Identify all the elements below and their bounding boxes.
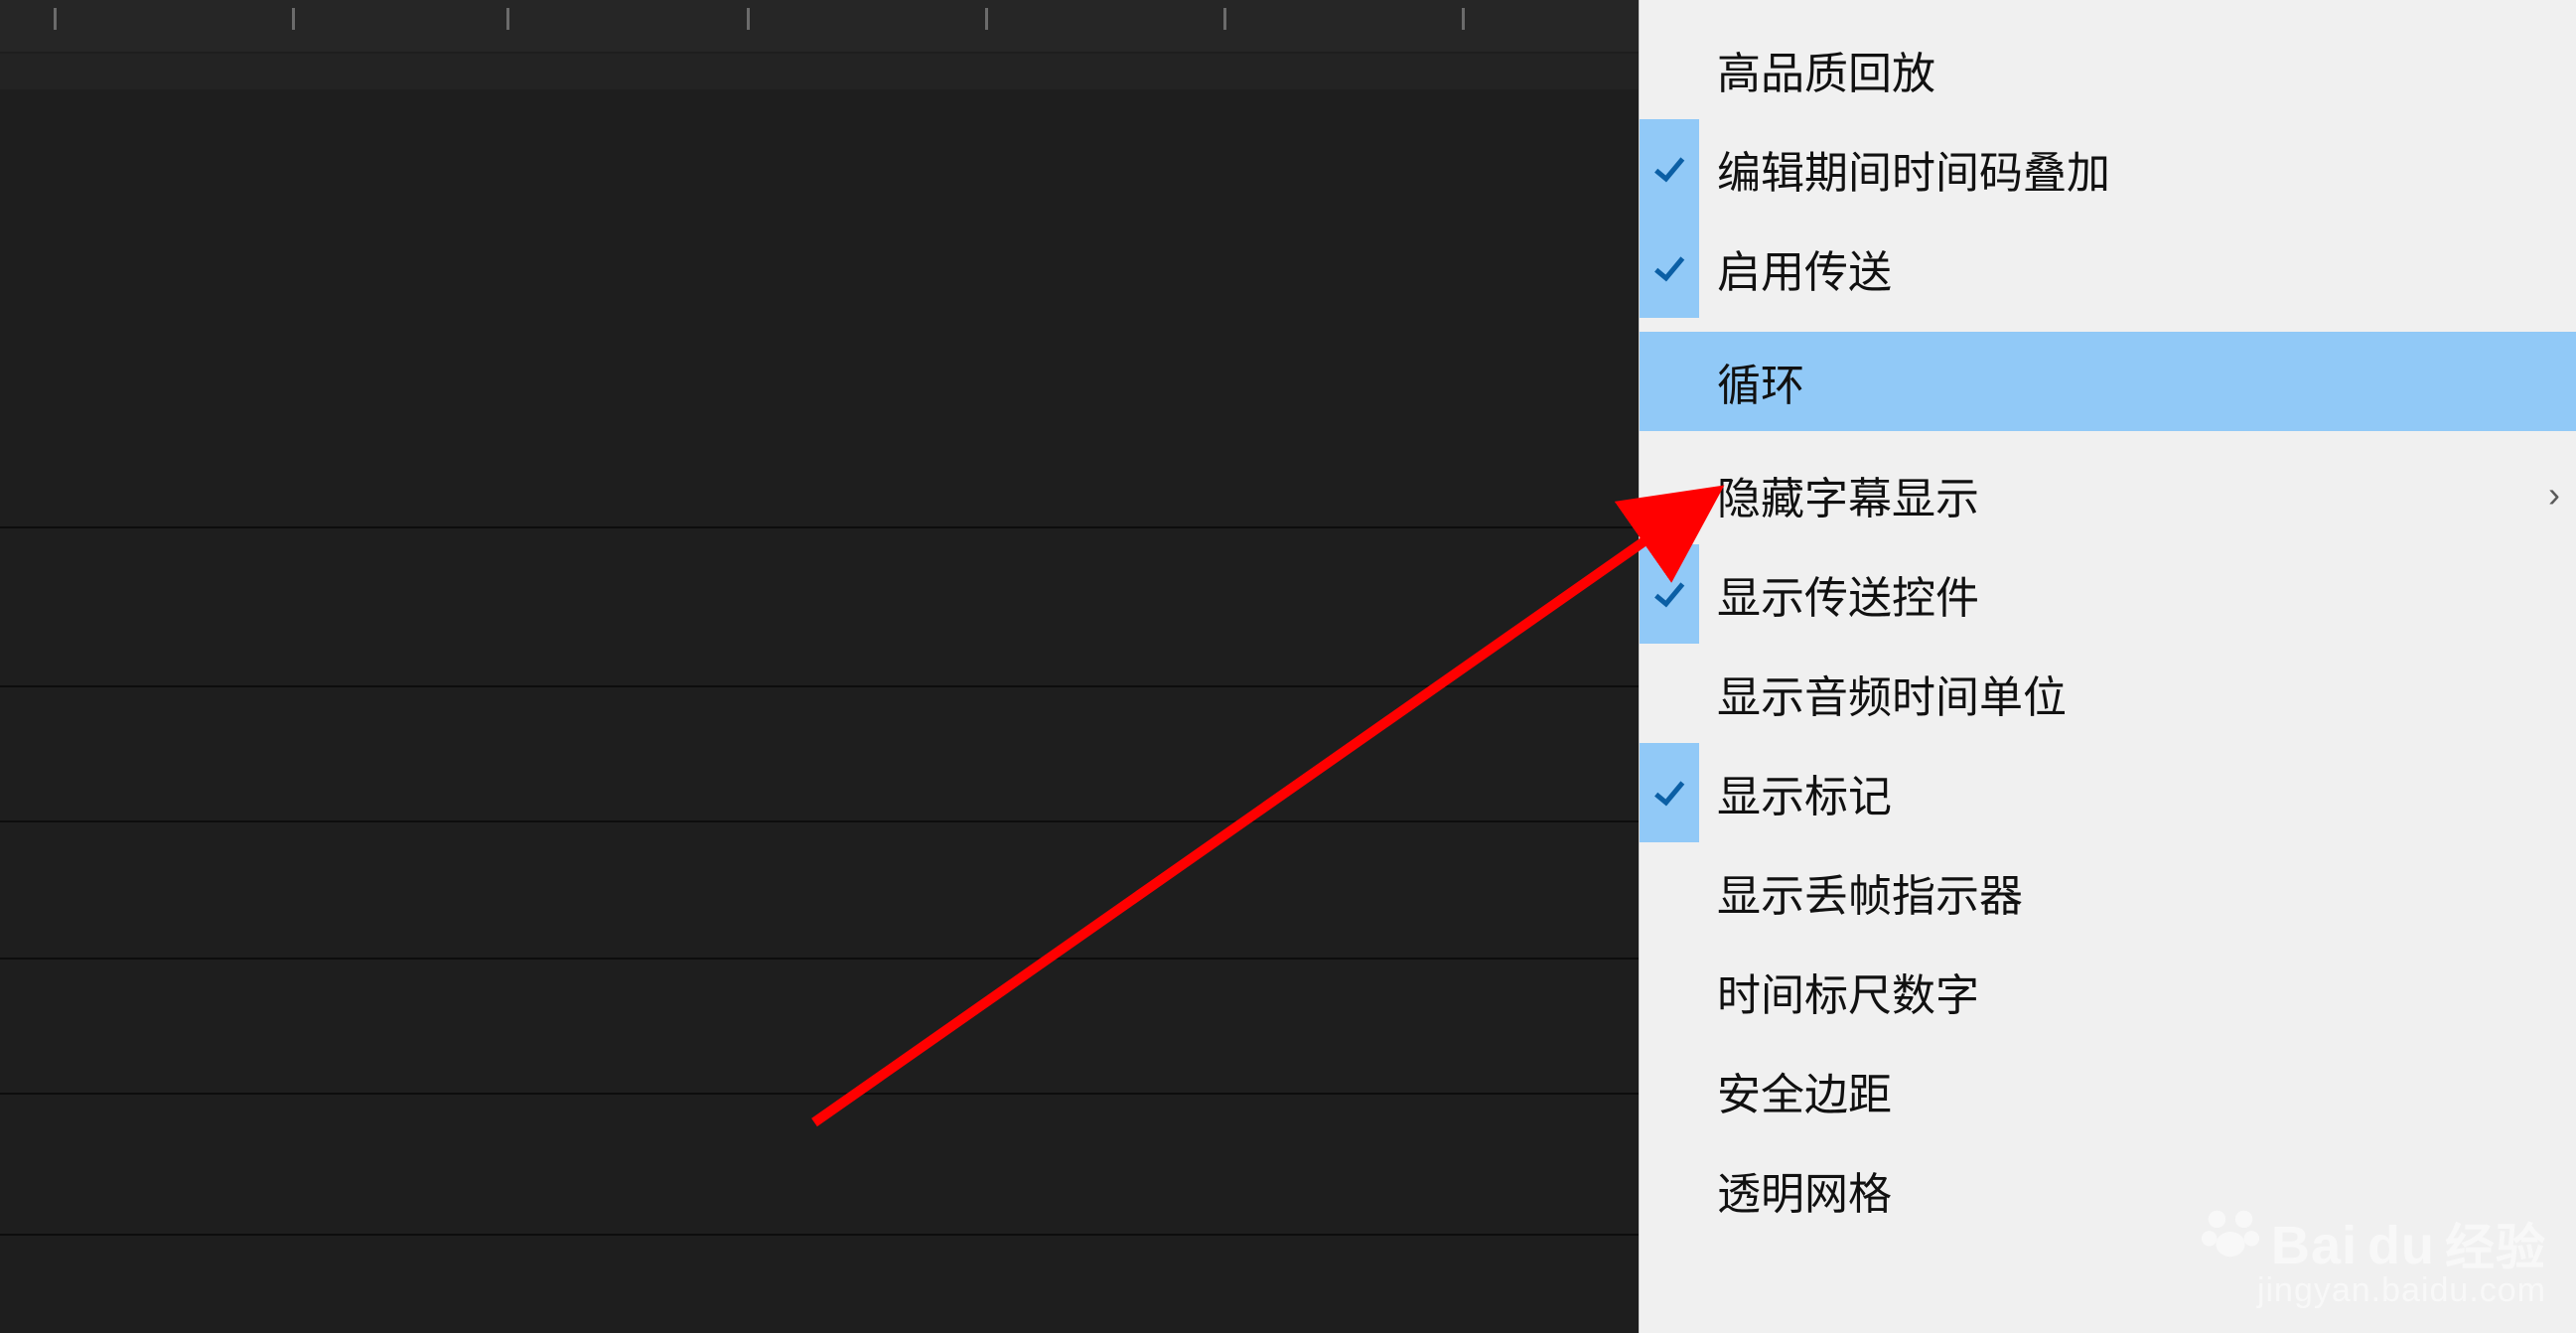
menu-item-label: 启用传送 <box>1717 236 1892 300</box>
menu-item[interactable]: 时间标尺数字 <box>1640 942 2576 1041</box>
menu-item[interactable]: 启用传送 <box>1640 219 2576 318</box>
track-separator <box>0 526 1639 528</box>
ruler-tick <box>506 8 509 30</box>
menu-item-label: 透明网格 <box>1717 1158 1892 1222</box>
ruler-tick <box>1462 8 1465 30</box>
menu-item[interactable]: 高品质回放 <box>1640 20 2576 119</box>
menu-item[interactable]: 显示音频时间单位 <box>1640 644 2576 743</box>
app-stage: 高品质回放编辑期间时间码叠加启用传送循环隐藏字幕显示 › 显示传送控件显示音频时间单… <box>0 0 2576 1333</box>
menu-separator <box>1640 318 2576 332</box>
track-separator <box>0 685 1639 687</box>
ruler-tick <box>292 8 295 30</box>
menu-item-label: 安全边距 <box>1717 1059 1892 1122</box>
context-menu: 高品质回放编辑期间时间码叠加启用传送循环隐藏字幕显示 › 显示传送控件显示音频时间单… <box>1639 0 2576 1333</box>
menu-item[interactable]: 隐藏字幕显示 › <box>1640 445 2576 544</box>
timeline-ruler[interactable] <box>0 0 1639 52</box>
ruler-tick <box>54 8 57 30</box>
menu-separator <box>1640 431 2576 445</box>
check-icon <box>1640 119 1699 219</box>
menu-item-label: 高品质回放 <box>1717 38 1935 101</box>
ruler-tick <box>985 8 988 30</box>
menu-item-label: 显示传送控件 <box>1717 562 1979 626</box>
menu-item[interactable]: 显示传送控件 <box>1640 544 2576 644</box>
ruler-tick <box>1223 8 1226 30</box>
menu-item-label: 显示音频时间单位 <box>1717 662 2067 725</box>
menu-item-label: 编辑期间时间码叠加 <box>1717 137 2110 201</box>
menu-item[interactable]: 安全边距 <box>1640 1041 2576 1140</box>
track-separator <box>0 1234 1639 1236</box>
menu-item[interactable]: 编辑期间时间码叠加 <box>1640 119 2576 219</box>
track-separator <box>0 958 1639 960</box>
track-separator <box>0 820 1639 822</box>
menu-item[interactable]: 循环 <box>1640 332 2576 431</box>
menu-item-label: 显示丢帧指示器 <box>1717 860 2023 924</box>
menu-item-label: 隐藏字幕显示 <box>1717 463 1979 526</box>
menu-item[interactable]: 显示丢帧指示器 <box>1640 842 2576 942</box>
ruler-tick <box>747 8 750 30</box>
menu-item-label: 循环 <box>1717 350 1804 413</box>
menu-item[interactable]: 透明网格 <box>1640 1140 2576 1240</box>
check-icon <box>1640 219 1699 318</box>
timeline-ruler-body <box>0 54 1639 89</box>
menu-item[interactable]: 显示标记 <box>1640 743 2576 842</box>
check-icon <box>1640 743 1699 842</box>
submenu-caret-icon: › <box>2548 474 2560 516</box>
check-icon <box>1640 544 1699 644</box>
track-separator <box>0 1093 1639 1095</box>
menu-item-label: 时间标尺数字 <box>1717 960 1979 1023</box>
menu-item-label: 显示标记 <box>1717 761 1892 824</box>
timeline-area[interactable] <box>0 0 1639 1333</box>
